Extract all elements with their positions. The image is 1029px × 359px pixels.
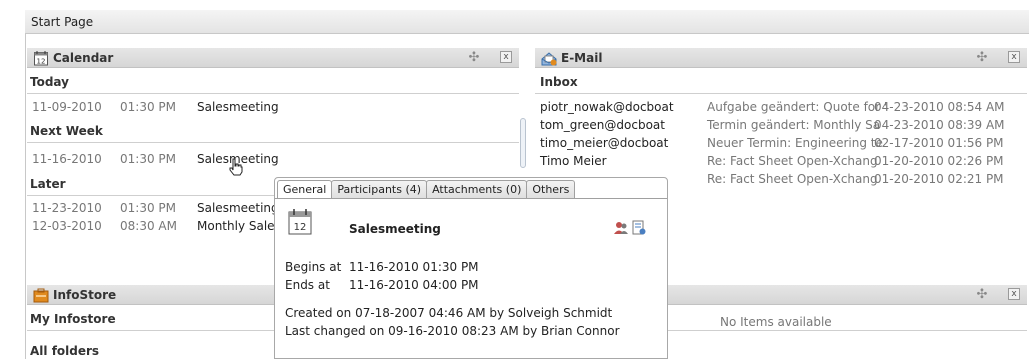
close-icon[interactable]: x (1008, 288, 1020, 300)
details-icon[interactable] (631, 220, 647, 236)
separator (27, 93, 519, 94)
mail-subject[interactable]: Re: Fact Sheet Open-Xchang (707, 154, 878, 168)
section-later: Later (30, 177, 66, 191)
calendar-scrollbar[interactable] (520, 118, 526, 168)
appointment-time: 01:30 PM (120, 100, 176, 114)
mail-subject[interactable]: Termin geändert: Monthly Sa (707, 118, 880, 132)
section-next-week: Next Week (30, 124, 103, 138)
empty-state-text: No Items available (720, 315, 832, 329)
mail-subject[interactable]: Aufgabe geändert: Quote for ' (707, 100, 887, 114)
mail-date: 02-17-2010 01:56 PM (874, 136, 1004, 150)
move-icon[interactable]: ✣ (975, 288, 989, 302)
my-infostore-heading: My Infostore (30, 312, 116, 326)
separator (27, 195, 275, 196)
changed-info: Last changed on 09-16-2010 08:23 AM by B… (285, 324, 620, 338)
participants-icon[interactable] (613, 220, 629, 236)
calendar-icon-number: 12 (37, 58, 46, 66)
appointment-date: 11-23-2010 (32, 201, 102, 215)
section-today: Today (30, 75, 69, 89)
created-info: Created on 07-18-2007 04:46 AM by Solvei… (285, 306, 613, 320)
mail-date: 04-23-2010 08:54 AM (874, 100, 1005, 114)
infostore-title: InfoStore (53, 288, 117, 302)
appointment-title[interactable]: Monthly Sales (197, 219, 281, 233)
separator (535, 93, 1027, 94)
mail-from[interactable]: piotr_nowak@docboat (540, 100, 674, 114)
email-header[interactable]: E-Mail ✣ x (535, 48, 1027, 68)
appointment-date: 11-16-2010 (32, 152, 102, 166)
mail-subject[interactable]: Re: Fact Sheet Open-Xchang (707, 172, 878, 186)
appointment-time: 01:30 PM (120, 152, 176, 166)
appointment-title[interactable]: Salesmeeting (197, 201, 279, 215)
move-icon[interactable]: ✣ (467, 51, 481, 65)
appointment-time: 01:30 PM (120, 201, 176, 215)
hand-cursor-icon (229, 158, 243, 176)
infostore-icon (33, 288, 49, 303)
tab-divider (275, 198, 667, 199)
tab-general[interactable]: General (277, 180, 333, 199)
move-icon[interactable]: ✣ (975, 51, 989, 65)
start-page-tab[interactable]: Start Page (25, 10, 1029, 34)
calendar-header[interactable]: 12 Calendar ✣ x (27, 48, 519, 68)
begins-value: 11-16-2010 01:30 PM (349, 260, 479, 274)
appointment-date: 12-03-2010 (32, 219, 102, 233)
mail-date: 04-23-2010 08:39 AM (874, 118, 1005, 132)
inbox-heading: Inbox (540, 75, 578, 89)
begins-label: Begins at (285, 260, 342, 274)
appointment-time: 08:30 AM (120, 219, 177, 233)
mail-date: 01-20-2010 02:26 PM (874, 154, 1004, 168)
appointment-date: 11-09-2010 (32, 100, 102, 114)
tab-others[interactable]: Others (526, 180, 576, 199)
separator (27, 330, 275, 331)
separator (27, 142, 519, 143)
calendar-icon: 12 (288, 209, 312, 235)
calendar-title: Calendar (53, 51, 114, 65)
ends-value: 11-16-2010 04:00 PM (349, 278, 479, 292)
start-page-label: Start Page (31, 15, 94, 29)
close-icon[interactable]: x (1008, 51, 1020, 63)
close-icon[interactable]: x (500, 51, 512, 63)
appointment-title[interactable]: Salesmeeting (197, 100, 279, 114)
tab-attachments[interactable]: Attachments (0) (426, 180, 528, 199)
mail-date: 01-20-2010 02:21 PM (874, 172, 1004, 186)
mail-subject[interactable]: Neuer Termin: Engineering te (707, 136, 883, 150)
appointment-popup: General Participants (4) Attachments (0) Ot… (274, 177, 668, 359)
calendar-icon: 12 (34, 51, 48, 66)
mail-from[interactable]: tom_green@docboat (540, 118, 665, 132)
all-folders-heading: All folders (30, 344, 100, 358)
mail-from[interactable]: timo_meier@docboat (540, 136, 668, 150)
popup-title: Salesmeeting (349, 222, 441, 236)
tab-participants[interactable]: Participants (4) (331, 180, 428, 199)
email-title: E-Mail (561, 51, 603, 65)
popup-tabs: General Participants (4) Attachments (0) Ot… (277, 180, 576, 199)
mail-from[interactable]: Timo Meier (540, 154, 607, 168)
popup-calendar-icon-number: 12 (294, 222, 307, 233)
mail-icon (541, 52, 557, 66)
ends-label: Ends at (285, 278, 330, 292)
